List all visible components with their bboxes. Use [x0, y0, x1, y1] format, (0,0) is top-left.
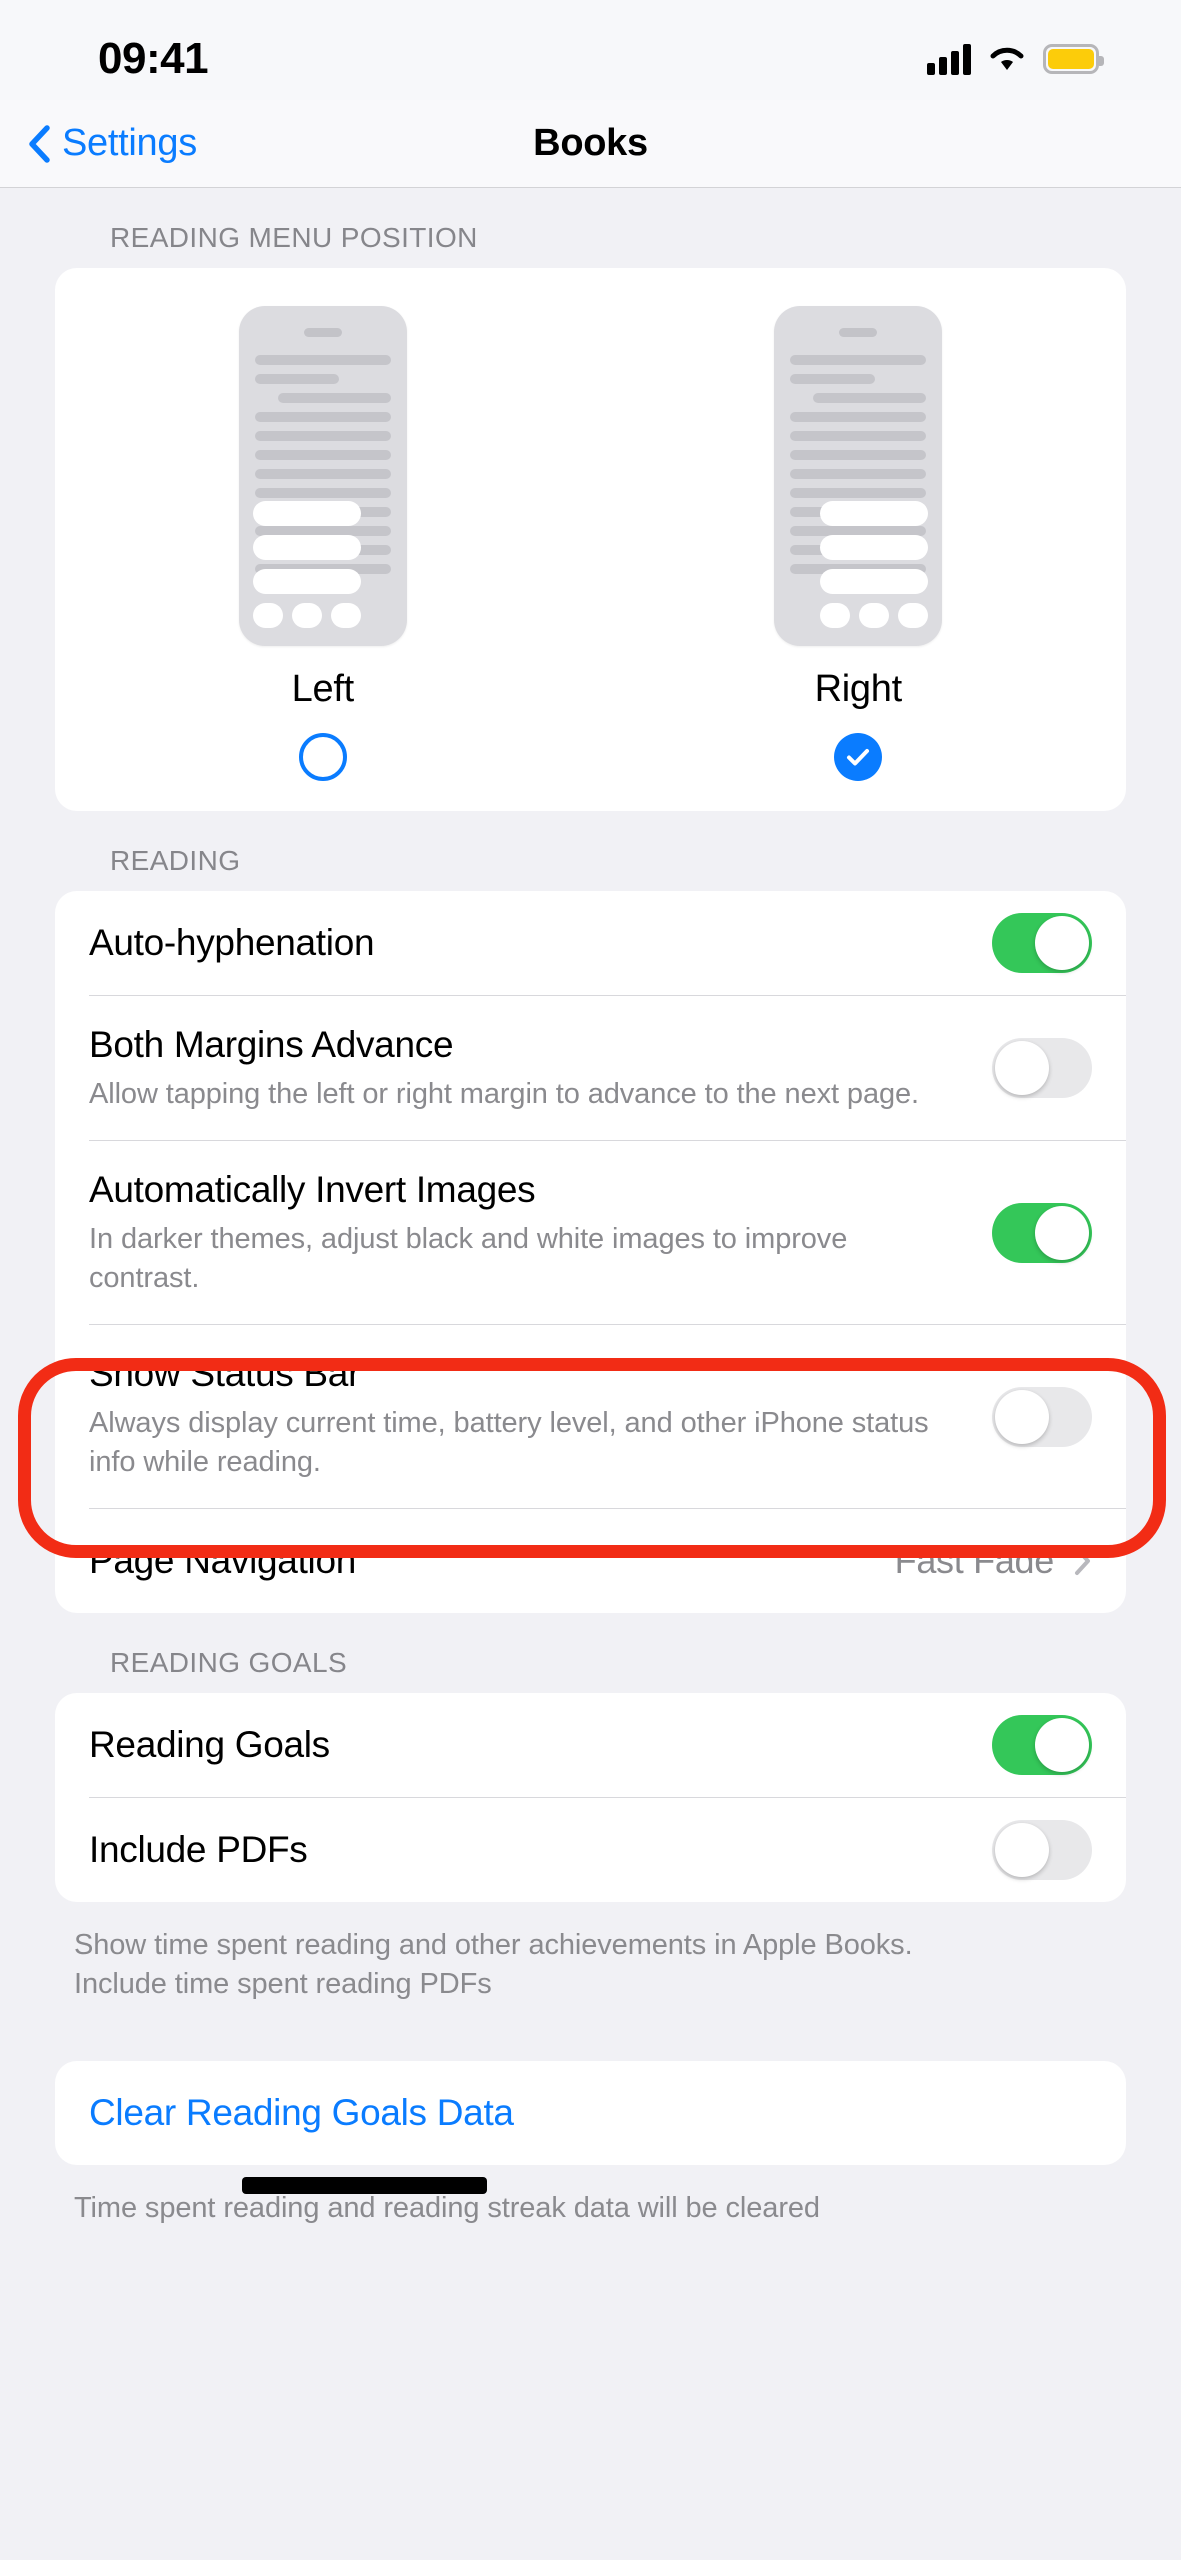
picker-option-left-label: Left: [291, 668, 354, 710]
clear-data-footer: Time spent reading and reading streak da…: [74, 2191, 820, 2224]
toggle-automatically-invert-images[interactable]: [992, 1202, 1092, 1263]
back-button[interactable]: Settings: [26, 122, 197, 165]
section-header-reading-goals: READING GOALS: [110, 1647, 348, 1679]
row-reading-goals[interactable]: Reading Goals: [55, 1693, 1126, 1797]
row-include-pdfs[interactable]: Include PDFs: [55, 1798, 1126, 1902]
row-auto-hyphenation[interactable]: Auto-hyphenation: [55, 891, 1126, 995]
clear-reading-goals-data-label: Clear Reading Goals Data: [89, 2091, 514, 2133]
reading-menu-overlay-left: [252, 501, 393, 628]
toggle-include-pdfs[interactable]: [992, 1820, 1092, 1881]
reading-card: Auto-hyphenation Both Margins Advance Al…: [55, 891, 1126, 1614]
battery-icon: [1043, 44, 1104, 74]
picker-option-left-radio[interactable]: [298, 733, 347, 781]
row-show-status-bar[interactable]: Show Status Bar Always display current t…: [55, 1325, 1126, 1508]
iphone-settings-books-screen: 09:41 Settings Books READING MENU POSITI…: [0, 0, 1181, 2560]
toggle-reading-goals[interactable]: [992, 1715, 1092, 1776]
phone-preview-right: [774, 306, 943, 646]
phone-notch: [839, 328, 878, 337]
section-header-reading-menu-position: READING MENU POSITION: [110, 222, 478, 253]
wifi-icon: [987, 44, 1027, 74]
picker-option-right[interactable]: Right: [591, 306, 1127, 781]
back-button-label: Settings: [62, 122, 197, 164]
status-bar: 09:41: [0, 0, 1181, 100]
row-page-navigation[interactable]: Page Navigation Fast Fade: [55, 1509, 1126, 1613]
row-automatically-invert-images-subtitle: In darker themes, adjust black and white…: [89, 1223, 848, 1295]
row-both-margins-advance-subtitle: Allow tapping the left or right margin t…: [89, 1078, 919, 1111]
row-page-navigation-value: Fast Fade: [894, 1540, 1055, 1582]
reading-menu-overlay-right: [788, 501, 929, 628]
toggle-both-margins-advance[interactable]: [992, 1038, 1092, 1099]
cellular-bars-icon: [927, 43, 971, 75]
row-page-navigation-title: Page Navigation: [89, 1539, 357, 1581]
chevron-left-icon: [29, 124, 50, 163]
status-bar-indicators: [927, 43, 1104, 75]
row-clear-reading-goals-data[interactable]: Clear Reading Goals Data: [55, 2061, 1126, 2165]
navigation-bar: Settings Books: [0, 100, 1181, 188]
row-automatically-invert-images[interactable]: Automatically Invert Images In darker th…: [55, 1141, 1126, 1324]
row-both-margins-advance-title: Both Margins Advance: [89, 1024, 454, 1065]
row-include-pdfs-title: Include PDFs: [89, 1828, 308, 1870]
row-auto-hyphenation-title: Auto-hyphenation: [89, 921, 375, 963]
status-bar-time: 09:41: [98, 34, 209, 83]
toggle-show-status-bar[interactable]: [992, 1386, 1092, 1447]
row-reading-goals-title: Reading Goals: [89, 1723, 330, 1765]
phone-preview-left: [238, 306, 407, 646]
clear-reading-goals-card: Clear Reading Goals Data: [55, 2060, 1126, 2165]
section-header-reading: READING: [110, 845, 241, 876]
row-show-status-bar-title: Show Status Bar: [89, 1353, 361, 1395]
clear-data-footer-wrapper: Time spent reading and reading streak da…: [0, 2165, 1060, 2228]
row-show-status-bar-subtitle: Always display current time, battery lev…: [89, 1407, 929, 1479]
toggle-auto-hyphenation[interactable]: [992, 913, 1092, 973]
settings-content: READING MENU POSITION Left Right READING…: [0, 188, 1181, 2228]
picker-option-left[interactable]: Left: [55, 306, 591, 781]
reading-menu-position-picker: Left Right: [55, 268, 1126, 811]
chevron-right-icon: [1075, 1547, 1090, 1576]
reading-goals-footer: Show time spent reading and other achiev…: [74, 1929, 913, 2001]
reading-menu-position-card: Left Right: [55, 268, 1126, 811]
row-both-margins-advance[interactable]: Both Margins Advance Allow tapping the l…: [55, 996, 1126, 1140]
picker-option-right-label: Right: [814, 668, 903, 710]
picker-option-right-radio[interactable]: [834, 733, 883, 781]
redaction-bar: [242, 2176, 487, 2194]
checkmark-icon: [847, 749, 870, 766]
row-automatically-invert-images-title: Automatically Invert Images: [89, 1169, 536, 1211]
reading-goals-card: Reading Goals Include PDFs: [55, 1693, 1126, 1903]
phone-notch: [303, 328, 342, 337]
